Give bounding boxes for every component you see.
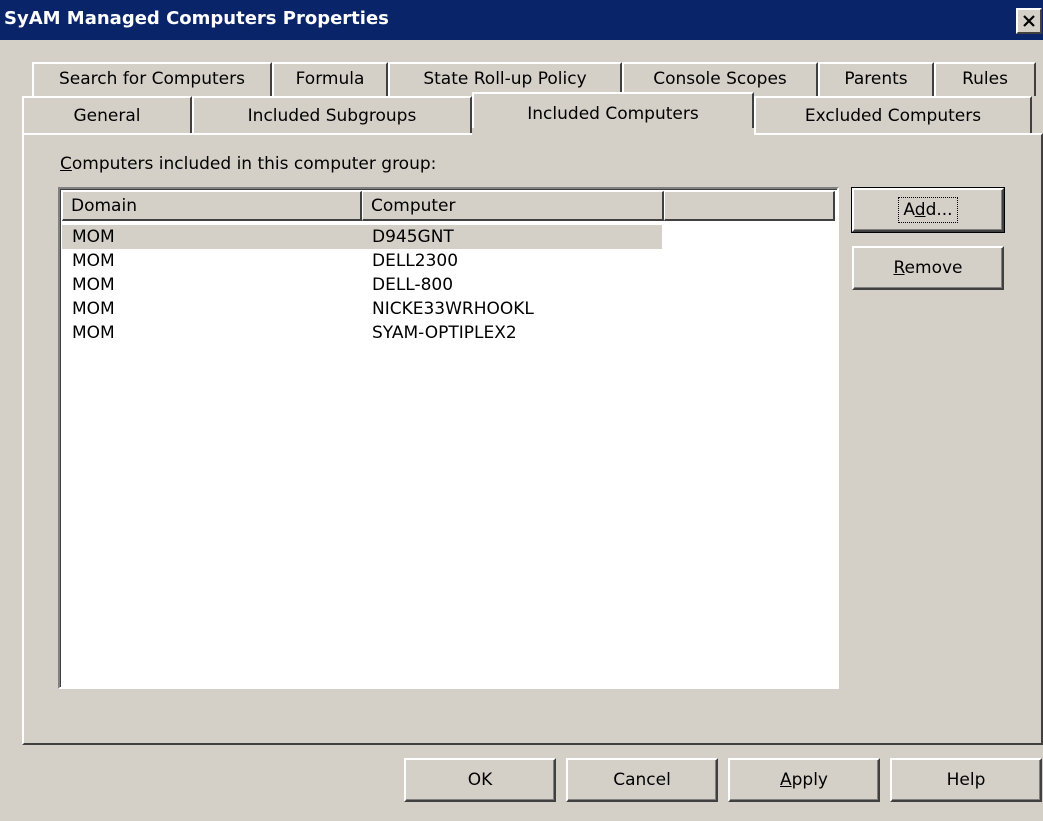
caption-text: omputers included in this computer group… (71, 154, 437, 174)
apply-button[interactable]: Apply (728, 758, 880, 802)
computers-listview[interactable]: Domain Computer MOM D945GNT MOM DELL2300… (58, 187, 839, 689)
close-icon (1023, 15, 1035, 27)
list-item[interactable]: MOM SYAM-OPTIPLEX2 (62, 321, 662, 345)
list-caption: Computers included in this computer grou… (60, 154, 436, 174)
column-header-computer[interactable]: Computer (362, 191, 664, 221)
help-button[interactable]: Help (890, 758, 1042, 802)
tab-included-subgroups[interactable]: Included Subgroups (192, 96, 472, 134)
list-item[interactable]: MOM DELL2300 (62, 249, 662, 273)
domain-cell: MOM (72, 275, 115, 295)
ok-button[interactable]: OK (404, 758, 556, 802)
tab-excluded-computers[interactable]: Excluded Computers (754, 96, 1032, 134)
close-button[interactable] (1016, 8, 1042, 34)
tab-state-rollup-policy[interactable]: State Roll-up Policy (388, 62, 622, 96)
tab-formula[interactable]: Formula (272, 62, 388, 96)
add-button[interactable]: Add... (851, 187, 1005, 233)
column-header-empty[interactable] (664, 191, 835, 221)
tab-general[interactable]: General (22, 96, 192, 134)
title-bar: SyAM Managed Computers Properties (0, 0, 1043, 40)
window-title: SyAM Managed Computers Properties (4, 8, 389, 29)
computer-cell: NICKE33WRHOOKL (372, 299, 534, 319)
add-button-label: Add... (898, 197, 958, 223)
computer-cell: DELL-800 (372, 275, 454, 295)
selected-tab-join (472, 128, 754, 136)
domain-cell: MOM (72, 227, 115, 247)
computer-cell: DELL2300 (372, 251, 459, 271)
tab-search-for-computers[interactable]: Search for Computers (32, 62, 272, 96)
tab-console-scopes[interactable]: Console Scopes (622, 62, 818, 96)
tab-parents[interactable]: Parents (818, 62, 934, 96)
cancel-button[interactable]: Cancel (566, 758, 718, 802)
domain-cell: MOM (72, 251, 115, 271)
list-item[interactable]: MOM NICKE33WRHOOKL (62, 297, 662, 321)
remove-button[interactable]: Remove (852, 246, 1004, 290)
caption-accesskey: C (60, 154, 72, 174)
list-item[interactable]: MOM DELL-800 (62, 273, 662, 297)
column-header-domain[interactable]: Domain (62, 191, 362, 221)
remove-button-label: Remove (893, 258, 963, 278)
list-item[interactable]: MOM D945GNT (62, 225, 662, 249)
tab-rules[interactable]: Rules (934, 62, 1036, 96)
domain-cell: MOM (72, 299, 115, 319)
computer-cell: SYAM-OPTIPLEX2 (372, 323, 517, 343)
apply-button-label: Apply (779, 770, 828, 790)
computer-cell: D945GNT (372, 227, 454, 247)
domain-cell: MOM (72, 323, 115, 343)
